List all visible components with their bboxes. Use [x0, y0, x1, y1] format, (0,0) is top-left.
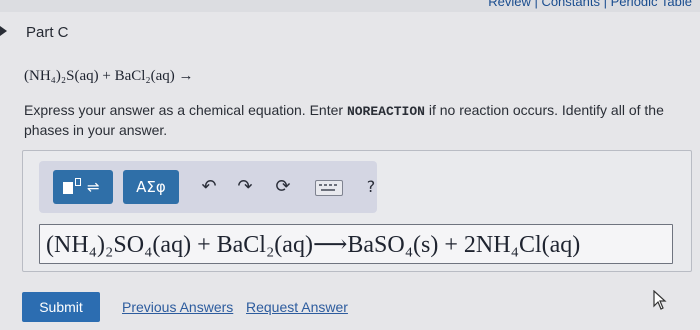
keyboard-icon[interactable] — [315, 180, 343, 196]
reset-icon[interactable]: ⟳ — [269, 174, 297, 200]
previous-answers-link[interactable]: Previous Answers — [122, 299, 233, 315]
help-button[interactable]: ? — [357, 174, 385, 200]
undo-icon[interactable]: ↶ — [195, 174, 223, 200]
templates-icon-superscript — [75, 178, 81, 186]
instructions: Express your answer as a chemical equati… — [24, 101, 692, 139]
answer-box: ⇌ ΑΣφ ↶ ↷ ⟳ ? (NH₄)₂SO₄(aq) + BaCl₂(aq)⟶… — [22, 150, 692, 272]
noreaction-keyword: NOREACTION — [346, 104, 425, 119]
equation-input[interactable]: (NH₄)₂SO₄(aq) + BaCl₂(aq)⟶BaSO₄(s) + 2NH… — [39, 224, 673, 264]
math-toolbar: ⇌ ΑΣφ ↶ ↷ ⟳ ? — [39, 161, 377, 213]
top-bar: Review | Constants | Periodic Table — [0, 0, 700, 12]
mouse-cursor-icon — [653, 290, 667, 310]
greek-symbols-button[interactable]: ΑΣφ — [123, 170, 179, 204]
equation-value: (NH₄)₂SO₄(aq) + BaCl₂(aq)⟶BaSO₄(s) + 2NH… — [46, 232, 581, 258]
redo-icon[interactable]: ↷ — [231, 174, 259, 200]
part-title: Part C — [26, 24, 69, 41]
submit-button[interactable]: Submit — [22, 292, 100, 322]
reaction-prompt: (NH₄)₂S(aq) + BaCl₂(aq) → — [24, 68, 194, 84]
collapse-arrow-icon[interactable] — [0, 26, 7, 36]
templates-icon — [63, 182, 73, 194]
header-links[interactable]: Review | Constants | Periodic Table — [488, 0, 692, 9]
templates-button[interactable]: ⇌ — [53, 170, 113, 204]
instructions-text-1: Express your answer as a chemical equati… — [24, 102, 347, 118]
request-answer-link[interactable]: Request Answer — [246, 299, 348, 315]
templates-icon-arrows: ⇌ — [87, 179, 100, 196]
